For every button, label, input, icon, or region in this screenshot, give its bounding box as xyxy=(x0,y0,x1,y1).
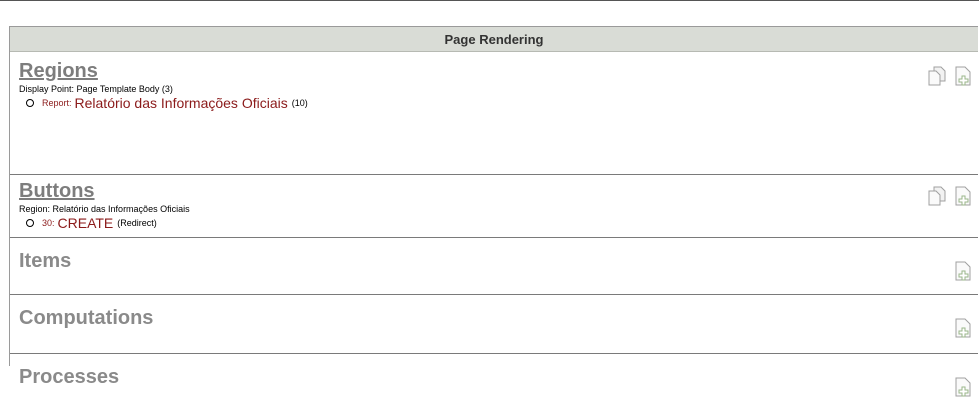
items-title: Items xyxy=(19,250,72,272)
items-section: Items xyxy=(10,248,978,295)
buttons-actions xyxy=(928,186,972,206)
computations-actions xyxy=(954,318,972,338)
window-top-border xyxy=(0,0,979,5)
buttons-section: Buttons Region: Relatório das Informaçõe… xyxy=(10,178,978,238)
button-action: (Redirect) xyxy=(117,218,157,228)
items-actions xyxy=(954,261,972,281)
processes-section: Processes xyxy=(10,364,978,409)
buttons-region: Region: Relatório das Informações Oficia… xyxy=(19,204,190,214)
add-icon[interactable] xyxy=(954,186,972,206)
add-icon[interactable] xyxy=(954,261,972,281)
copy-icon[interactable] xyxy=(928,66,946,86)
processes-title: Processes xyxy=(19,366,120,388)
copy-icon[interactable] xyxy=(928,186,946,206)
buttons-title[interactable]: Buttons xyxy=(10,178,978,204)
add-icon[interactable] xyxy=(954,377,972,397)
regions-display-point: Display Point: Page Template Body (3) xyxy=(19,84,173,94)
region-item-count: (10) xyxy=(291,98,308,108)
processes-actions xyxy=(954,377,972,397)
panel-title: Page Rendering xyxy=(444,31,544,47)
button-sequence[interactable]: 30: xyxy=(42,215,55,231)
region-list-item: Report: Relatório das Informações Oficia… xyxy=(10,95,978,111)
add-icon[interactable] xyxy=(954,66,972,86)
computations-title: Computations xyxy=(19,307,154,329)
panel-header: Page Rendering xyxy=(10,27,978,52)
computations-section: Computations xyxy=(10,305,978,354)
page-rendering-panel: Page Rendering Regions Display Point: Pa… xyxy=(9,26,978,397)
button-list-item: 30: CREATE (Redirect) xyxy=(10,215,978,231)
button-name-link[interactable]: CREATE xyxy=(58,215,114,231)
region-type[interactable]: Report: xyxy=(42,95,72,111)
regions-section: Regions Display Point: Page Template Bod… xyxy=(10,58,978,175)
bullet-icon xyxy=(26,99,34,107)
region-name-link[interactable]: Relatório das Informações Oficiais xyxy=(75,95,288,111)
add-icon[interactable] xyxy=(954,318,972,338)
bullet-icon xyxy=(26,219,34,227)
regions-actions xyxy=(928,66,972,86)
regions-title[interactable]: Regions xyxy=(10,58,978,84)
